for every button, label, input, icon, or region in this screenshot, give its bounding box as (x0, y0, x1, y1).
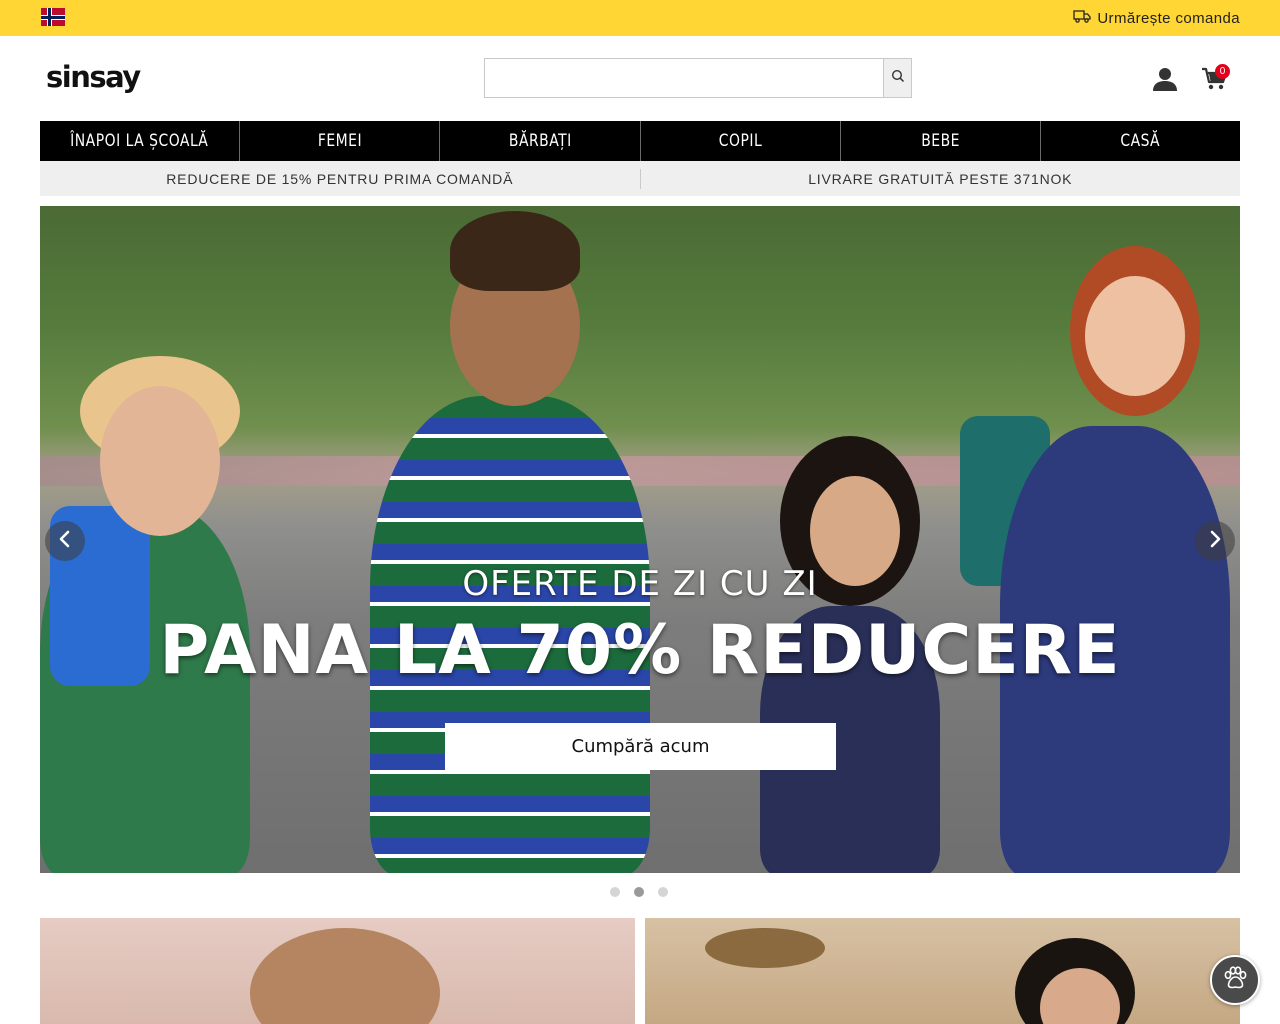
chat-widget-button[interactable] (1210, 955, 1260, 1005)
logo[interactable]: sinsay (46, 60, 141, 94)
carousel-next-button[interactable] (1195, 521, 1235, 561)
nav-item-back-to-school[interactable]: ÎNAPOI LA ȘCOALĂ (40, 121, 241, 161)
hero-banner[interactable]: OFERTE DE ZI CU ZI PANA LA 70% REDUCERE … (40, 206, 1240, 873)
chevron-left-icon (58, 530, 72, 553)
nav-item-baby[interactable]: BEBE (841, 121, 1041, 161)
carousel-dot-3[interactable] (658, 887, 668, 897)
top-bar: Urmărește comanda (0, 0, 1280, 36)
search-input[interactable] (485, 59, 883, 97)
track-order-link[interactable]: Urmărește comanda (1073, 8, 1240, 28)
carousel-dots (610, 887, 668, 897)
shop-now-button[interactable]: Cumpără acum (445, 723, 836, 770)
search-button[interactable] (883, 59, 911, 97)
cart-count-badge: 0 (1215, 64, 1230, 79)
paw-icon (1222, 965, 1248, 996)
nav-item-men[interactable]: BĂRBAȚI (440, 121, 641, 161)
search-box (484, 58, 912, 98)
carousel-dot-1[interactable] (610, 887, 620, 897)
promo-free-shipping[interactable]: LIVRARE GRATUITĂ PESTE 371NOK (641, 161, 1241, 196)
tile-2-basket (705, 928, 825, 968)
hero-child-1-face (100, 386, 220, 536)
nav-item-home[interactable]: CASĂ (1041, 121, 1240, 161)
truck-icon (1073, 9, 1091, 27)
hero-title: PANA LA 70% REDUCERE (159, 611, 1121, 690)
category-tile-1[interactable] (40, 918, 635, 1024)
nav-item-kids[interactable]: COPIL (641, 121, 841, 161)
chevron-right-icon (1208, 530, 1222, 553)
track-order-label: Urmărește comanda (1097, 9, 1240, 27)
promo-first-order[interactable]: REDUCERE DE 15% PENTRU PRIMA COMANDĂ (40, 161, 640, 196)
category-tile-2[interactable] (645, 918, 1240, 1024)
category-nav: ÎNAPOI LA ȘCOALĂ FEMEI BĂRBAȚI COPIL BEB… (40, 121, 1240, 161)
tile-1-image (250, 928, 440, 1024)
nav-item-women[interactable]: FEMEI (240, 121, 441, 161)
hero-child-4-face (1085, 276, 1185, 396)
header: sinsay 0 (0, 36, 1280, 121)
promo-strip: REDUCERE DE 15% PENTRU PRIMA COMANDĂ LIV… (40, 161, 1240, 196)
hero-child-2-hair (450, 211, 580, 291)
carousel-dot-2[interactable] (634, 887, 644, 897)
carousel-prev-button[interactable] (45, 521, 85, 561)
user-icon[interactable] (1152, 66, 1178, 92)
hero-subtitle: OFERTE DE ZI CU ZI (462, 564, 818, 604)
search-icon (891, 69, 905, 88)
norway-flag-icon[interactable] (41, 8, 65, 26)
